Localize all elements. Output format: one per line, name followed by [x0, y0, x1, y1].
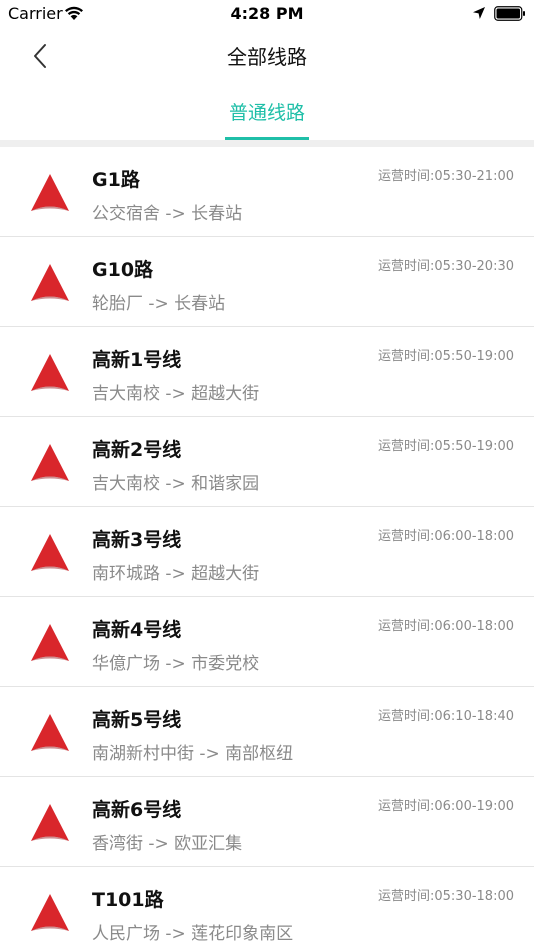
route-name: 高新3号线: [92, 529, 182, 551]
route-name: G1路: [92, 169, 140, 191]
route-name: 高新5号线: [92, 709, 182, 731]
route-name: 高新4号线: [92, 619, 182, 641]
screen: Carrier 4:28 PM 全部线路 普通线路 G1路 公交宿舍 -> 长春…: [0, 0, 534, 950]
section-divider: [0, 140, 534, 147]
route-arrow-icon: [31, 714, 69, 751]
route-hours: 运营时间:05:30-21:00: [378, 169, 514, 184]
route-direction: 南湖新村中街 -> 南部枢纽: [92, 744, 294, 764]
route-item[interactable]: 高新5号线 南湖新村中街 -> 南部枢纽 运营时间:06:10-18:40: [0, 687, 534, 777]
route-item[interactable]: 高新4号线 华億广场 -> 市委党校 运营时间:06:00-18:00: [0, 597, 534, 687]
location-arrow-icon: [473, 7, 485, 19]
status-bar: Carrier 4:28 PM: [0, 0, 534, 28]
route-hours: 运营时间:06:00-19:00: [378, 799, 514, 814]
route-item[interactable]: 高新6号线 香湾街 -> 欧亚汇集 运营时间:06:00-19:00: [0, 777, 534, 867]
route-direction: 吉大南校 -> 和谐家园: [92, 474, 260, 494]
route-name: 高新1号线: [92, 349, 182, 371]
route-list: G1路 公交宿舍 -> 长春站 运营时间:05:30-21:00 G10路 轮胎…: [0, 147, 534, 950]
nav-bar: 全部线路: [0, 28, 534, 82]
route-arrow-icon: [31, 624, 69, 661]
route-item[interactable]: 高新1号线 吉大南校 -> 超越大街 运营时间:05:50-19:00: [0, 327, 534, 417]
route-direction: 吉大南校 -> 超越大街: [92, 384, 260, 404]
route-hours: 运营时间:05:30-20:30: [378, 259, 514, 274]
route-arrow-icon: [31, 354, 69, 391]
tab-regular-routes[interactable]: 普通线路: [200, 82, 334, 140]
route-item[interactable]: T101路 人民广场 -> 莲花印象南区 运营时间:05:30-18:00: [0, 867, 534, 950]
route-item[interactable]: 高新3号线 南环城路 -> 超越大街 运营时间:06:00-18:00: [0, 507, 534, 597]
route-name: G10路: [92, 259, 154, 281]
route-name: 高新6号线: [92, 799, 182, 821]
route-arrow-icon: [31, 174, 69, 211]
route-name: T101路: [92, 889, 164, 911]
route-arrow-icon: [31, 894, 69, 931]
route-hours: 运营时间:05:30-18:00: [378, 889, 514, 904]
route-arrow-icon: [31, 804, 69, 841]
route-direction: 香湾街 -> 欧亚汇集: [92, 834, 243, 854]
route-hours: 运营时间:06:00-18:00: [378, 529, 514, 544]
page-title: 全部线路: [227, 45, 307, 69]
route-item[interactable]: 高新2号线 吉大南校 -> 和谐家园 运营时间:05:50-19:00: [0, 417, 534, 507]
route-direction: 南环城路 -> 超越大街: [92, 564, 260, 584]
route-hours: 运营时间:05:50-19:00: [378, 349, 514, 364]
route-name: 高新2号线: [92, 439, 182, 461]
battery-icon: [494, 6, 525, 21]
route-direction: 公交宿舍 -> 长春站: [92, 204, 243, 224]
route-hours: 运营时间:06:10-18:40: [378, 709, 514, 724]
route-hours: 运营时间:06:00-18:00: [378, 619, 514, 634]
route-arrow-icon: [31, 444, 69, 481]
route-item[interactable]: G10路 轮胎厂 -> 长春站 运营时间:05:30-20:30: [0, 237, 534, 327]
route-arrow-icon: [31, 534, 69, 571]
route-hours: 运营时间:05:50-19:00: [378, 439, 514, 454]
route-arrow-icon: [31, 264, 69, 301]
route-item[interactable]: G1路 公交宿舍 -> 长春站 运营时间:05:30-21:00: [0, 147, 534, 237]
route-direction: 轮胎厂 -> 长春站: [92, 294, 226, 314]
route-direction: 人民广场 -> 莲花印象南区: [92, 924, 294, 944]
clock: 4:28 PM: [230, 4, 304, 23]
tab-label: 普通线路: [228, 102, 305, 124]
route-direction: 华億广场 -> 市委党校: [92, 654, 260, 674]
tab-bar: 普通线路: [0, 82, 534, 142]
